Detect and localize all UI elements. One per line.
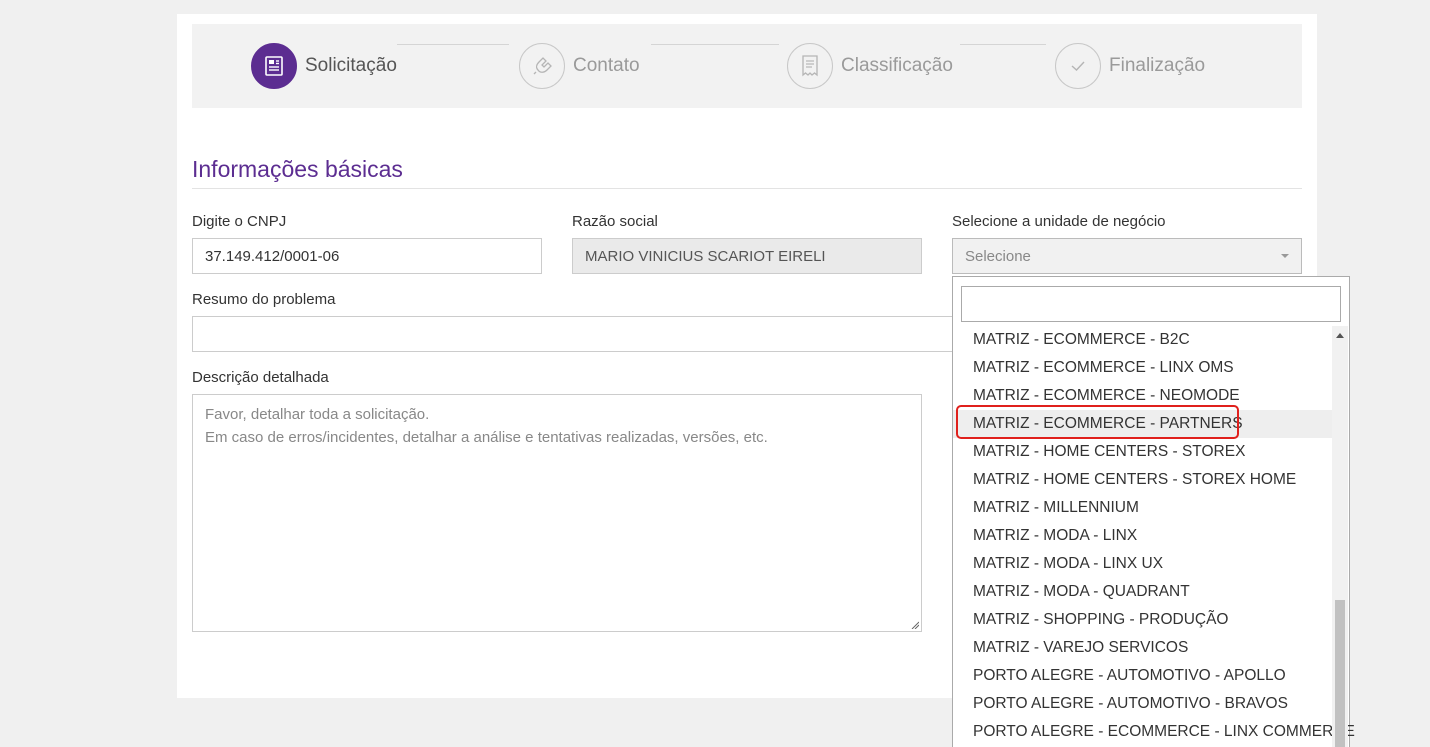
dropdown-option[interactable]: MATRIZ - ECOMMERCE - B2C — [953, 326, 1333, 354]
dropdown-search-input[interactable] — [961, 286, 1341, 322]
step-label: Finalização — [1109, 55, 1206, 76]
unidade-select[interactable]: Selecione — [952, 238, 1302, 274]
step-connector — [651, 44, 779, 45]
dropdown-option[interactable]: MATRIZ - VAREJO SERVICOS — [953, 634, 1333, 662]
step-solicitacao[interactable]: Solicitação — [251, 43, 397, 89]
receipt-icon — [787, 43, 833, 89]
descricao-placeholder-line: Em caso de erros/incidentes, detalhar a … — [205, 429, 768, 446]
check-icon — [1055, 43, 1101, 89]
dropdown-option[interactable]: PORTO ALEGRE - AUTOMOTIVO - BRAVOS — [953, 690, 1333, 718]
dropdown-option[interactable]: MATRIZ - HOME CENTERS - STOREX HOME — [953, 466, 1333, 494]
dropdown-option[interactable]: PORTO ALEGRE - AUTOMOTIVO - APOLLO — [953, 662, 1333, 690]
resize-handle-icon[interactable] — [911, 621, 919, 629]
step-label: Classificação — [841, 55, 953, 76]
descricao-placeholder-line: Favor, detalhar toda a solicitação. — [205, 406, 430, 423]
dropdown-options: MATRIZ - ECOMMERCE - B2C MATRIZ - ECOMME… — [953, 326, 1355, 746]
dropdown-option[interactable]: MATRIZ - MILLENNIUM — [953, 494, 1333, 522]
step-label: Contato — [573, 55, 640, 76]
scroll-up-arrow-icon[interactable] — [1336, 333, 1344, 338]
section-divider — [192, 188, 1302, 189]
dropdown-scrollbar[interactable] — [1332, 326, 1348, 747]
dropdown-option[interactable]: MATRIZ - MODA - LINX — [953, 522, 1333, 550]
section-title: Informações básicas — [192, 156, 403, 182]
dropdown-option[interactable]: MATRIZ - ECOMMERCE - LINX OMS — [953, 354, 1333, 382]
step-finalizacao[interactable]: Finalização — [1055, 43, 1205, 89]
resumo-label: Resumo do problema — [192, 291, 336, 308]
highlight-annotation — [956, 405, 1239, 439]
razao-social-label: Razão social — [572, 213, 658, 230]
step-connector — [960, 44, 1046, 45]
step-label: Solicitação — [305, 55, 397, 76]
step-classificacao[interactable]: Classificação — [787, 43, 953, 89]
razao-social-value: MARIO VINICIUS SCARIOT EIRELI — [585, 247, 826, 265]
razao-social-input: MARIO VINICIUS SCARIOT EIRELI — [572, 238, 922, 274]
dropdown-option[interactable]: MATRIZ - HOME CENTERS - STOREX — [953, 438, 1333, 466]
unidade-selected-value: Selecione — [965, 247, 1031, 265]
resumo-input[interactable] — [192, 316, 962, 352]
dropdown-option[interactable]: PORTO ALEGRE - ECOMMERCE - LINX COMMERCE — [953, 718, 1355, 746]
dropdown-option[interactable]: MATRIZ - SHOPPING - PRODUÇÃO — [953, 606, 1333, 634]
step-connector — [397, 44, 509, 45]
unidade-dropdown: MATRIZ - ECOMMERCE - B2C MATRIZ - ECOMME… — [952, 276, 1355, 747]
descricao-textarea[interactable]: Favor, detalhar toda a solicitação. Em c… — [192, 394, 922, 632]
dropdown-option[interactable]: MATRIZ - MODA - QUADRANT — [953, 578, 1333, 606]
chevron-down-icon — [1281, 254, 1289, 258]
phone-icon — [519, 43, 565, 89]
descricao-label: Descrição detalhada — [192, 369, 329, 386]
cnpj-label: Digite o CNPJ — [192, 213, 287, 230]
dropdown-option[interactable]: MATRIZ - MODA - LINX UX — [953, 550, 1333, 578]
step-contato[interactable]: Contato — [519, 43, 640, 89]
document-icon — [251, 43, 297, 89]
cnpj-input[interactable]: 37.149.412/0001-06 — [192, 238, 542, 274]
cnpj-value: 37.149.412/0001-06 — [205, 247, 340, 265]
scrollbar-thumb[interactable] — [1335, 600, 1345, 747]
unidade-label: Selecione a unidade de negócio — [952, 213, 1166, 230]
